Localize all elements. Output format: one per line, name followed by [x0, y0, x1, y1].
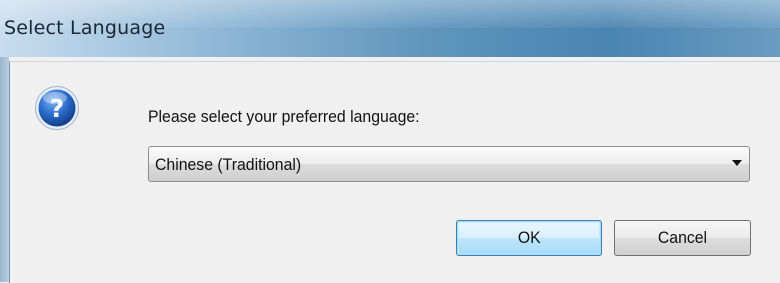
chevron-down-icon[interactable] — [732, 160, 742, 166]
language-select-value: Chinese (Traditional) — [155, 155, 302, 174]
window-frame — [0, 57, 9, 282]
prompt-label: Please select your preferred language: — [148, 107, 420, 126]
cancel-button[interactable]: Cancel — [614, 220, 751, 256]
title-bar[interactable]: Select Language — [0, 0, 780, 57]
ok-button-label: OK — [517, 228, 541, 247]
window-title: Select Language — [4, 17, 166, 39]
question-icon: ? — [35, 86, 79, 130]
svg-text:?: ? — [50, 94, 65, 123]
language-select[interactable]: Chinese (Traditional) — [148, 146, 750, 182]
cancel-button-label: Cancel — [657, 228, 708, 247]
ok-button[interactable]: OK — [456, 220, 602, 256]
